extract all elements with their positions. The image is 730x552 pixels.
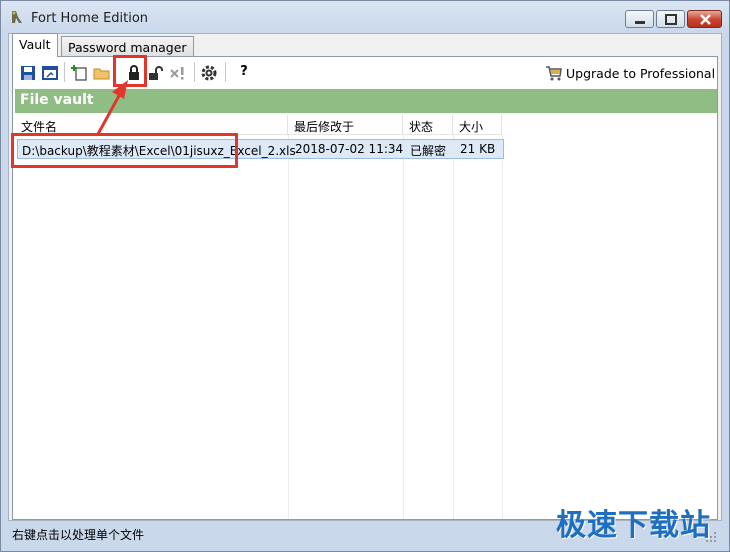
cell-size: 21 KB	[460, 142, 496, 156]
cart-icon	[546, 66, 562, 81]
add-file-icon[interactable]	[70, 64, 88, 82]
maximize-button[interactable]	[656, 10, 685, 28]
column-divider	[403, 135, 404, 519]
cell-status: 已解密	[410, 144, 447, 158]
file-vault-header: File vault	[15, 89, 717, 113]
add-folder-icon[interactable]	[93, 64, 111, 82]
app-window: Fort Home Edition Vault Password manager	[0, 0, 730, 552]
toolbar-separator	[64, 62, 65, 82]
toolbar-separator	[194, 62, 195, 82]
minimize-button[interactable]	[625, 10, 654, 28]
settings-icon[interactable]	[200, 64, 218, 82]
unlock-icon[interactable]	[147, 64, 165, 82]
column-header-name[interactable]: 文件名	[15, 115, 288, 135]
upgrade-label: Upgrade to Professional	[566, 65, 716, 81]
maximize-icon	[665, 14, 677, 25]
client-area: Vault Password manager ? Upgrade to Prof…	[8, 33, 722, 521]
window-title: Fort Home Edition	[31, 11, 149, 26]
tab-vault[interactable]: Vault	[12, 33, 58, 57]
upgrade-button[interactable]: Upgrade to Professional	[545, 63, 715, 83]
close-icon	[700, 14, 711, 25]
column-divider	[502, 135, 503, 519]
app-logo-icon	[12, 11, 22, 23]
remove-icon[interactable]	[169, 64, 187, 82]
help-icon[interactable]: ?	[235, 64, 253, 82]
column-header-modified[interactable]: 最后修改于	[288, 115, 403, 135]
column-header-size[interactable]: 大小	[453, 115, 502, 135]
cell-modified: 2018-07-02 11:34	[295, 142, 404, 156]
column-header-status[interactable]: 状态	[403, 115, 453, 135]
minimize-icon	[635, 21, 645, 24]
column-divider	[288, 135, 289, 519]
column-divider	[453, 135, 454, 519]
vault-panel: ? Upgrade to Professional File vault 文件名…	[12, 56, 718, 520]
save-icon[interactable]	[19, 64, 37, 82]
title-bar[interactable]: Fort Home Edition	[1, 1, 729, 33]
file-table: 文件名 最后修改于 状态 大小 D:\backup\教程素材\Excel\01j…	[15, 115, 717, 519]
watermark-logo: 极速下载站	[556, 508, 711, 543]
annotation-highlight-lock	[113, 55, 147, 87]
annotation-highlight-file	[11, 133, 238, 168]
toolbar-separator	[225, 62, 226, 82]
open-vault-icon[interactable]	[41, 64, 59, 82]
close-button[interactable]	[687, 10, 722, 28]
